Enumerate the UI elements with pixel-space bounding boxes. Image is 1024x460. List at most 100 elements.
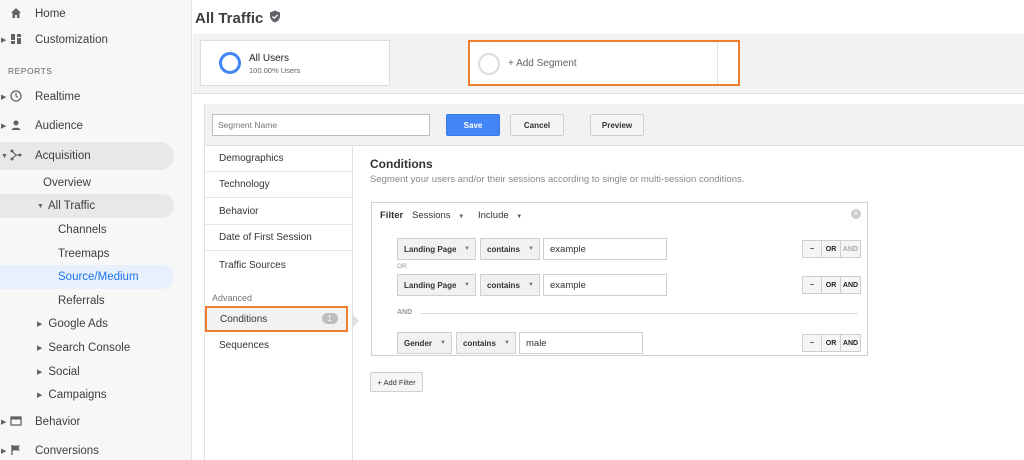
verified-shield-icon	[269, 10, 281, 27]
expand-arrow-icon: ▶	[37, 345, 43, 352]
add-filter-button[interactable]: + Add Filter	[370, 372, 423, 392]
boolean-controls: − OR AND	[802, 240, 861, 258]
nav-home-label: Home	[35, 8, 66, 20]
or-separator: OR	[397, 263, 407, 270]
conditions-panel: Conditions Segment your users and/or the…	[353, 146, 1024, 460]
dimension-select[interactable]: Gender ▼	[397, 332, 452, 354]
home-icon	[9, 6, 23, 20]
caret-down-icon: ▼	[440, 340, 446, 346]
nav-behavior-label: Behavior	[35, 416, 81, 428]
nav-customization-label: Customization	[35, 34, 108, 46]
menu-demographics[interactable]: Demographics	[205, 146, 352, 172]
segment-name-input[interactable]	[212, 114, 430, 136]
nav-all-traffic[interactable]: ▼ All Traffic	[0, 194, 174, 218]
editor-toolbar: Save Cancel Preview	[205, 104, 1024, 146]
operator-value: contains	[487, 280, 520, 290]
or-button[interactable]: OR	[822, 277, 841, 293]
menu-behavior[interactable]: Behavior	[205, 199, 352, 225]
behavior-icon	[9, 414, 23, 428]
operator-value: contains	[463, 338, 496, 348]
nav-source-medium[interactable]: Source/Medium	[0, 265, 174, 289]
expand-arrow-icon: ▶	[1, 448, 7, 455]
nav-referrals[interactable]: Referrals	[58, 289, 105, 313]
nav-google-ads[interactable]: ▶ Google Ads	[37, 312, 108, 336]
expand-arrow-icon: ▶	[1, 94, 7, 101]
nav-customization[interactable]: ▶ Customization	[0, 26, 174, 54]
remove-filter-icon[interactable]: ×	[851, 209, 861, 219]
menu-traffic-sources[interactable]: Traffic Sources	[205, 252, 352, 278]
include-dropdown[interactable]: Include ▼	[478, 210, 522, 221]
nav-realtime[interactable]: ▶ Realtime	[0, 83, 174, 111]
dimension-value: Landing Page	[404, 280, 457, 290]
or-button[interactable]: OR	[822, 335, 841, 351]
nav-search-console-label: Search Console	[48, 342, 131, 354]
nav-audience[interactable]: ▶ Audience	[0, 112, 174, 140]
page-title-text: All Traffic	[195, 10, 264, 27]
nav-treemaps[interactable]: Treemaps	[58, 242, 109, 266]
nav-overview[interactable]: Overview	[43, 171, 91, 195]
value-input[interactable]: example	[543, 238, 667, 260]
boolean-controls: − OR AND	[802, 334, 861, 352]
nav-realtime-label: Realtime	[35, 91, 81, 103]
value-input[interactable]: male	[519, 332, 643, 354]
segment-name: All Users	[249, 53, 290, 64]
caret-down-icon: ▼	[464, 282, 470, 288]
boolean-controls: − OR AND	[802, 276, 861, 294]
expand-arrow-icon: ▶	[1, 37, 7, 44]
or-button[interactable]: OR	[822, 241, 841, 257]
value-input[interactable]: example	[543, 274, 667, 296]
menu-date-of-first-session[interactable]: Date of First Session	[205, 225, 352, 251]
nav-audience-label: Audience	[35, 120, 83, 132]
segment-ring-icon	[219, 52, 241, 74]
nav-social[interactable]: ▶ Social	[37, 360, 80, 384]
and-button[interactable]: AND	[841, 277, 860, 293]
cancel-button[interactable]: Cancel	[510, 114, 564, 136]
operator-select[interactable]: contains ▼	[480, 274, 540, 296]
preview-button[interactable]: Preview	[590, 114, 644, 136]
segment-category-menu: Demographics Technology Behavior Date of…	[205, 146, 359, 460]
nav-channels[interactable]: Channels	[58, 218, 107, 242]
remove-condition-button[interactable]: −	[803, 335, 822, 351]
scope-dropdown[interactable]: Sessions ▼	[412, 210, 464, 221]
nav-campaigns[interactable]: ▶ Campaigns	[37, 383, 107, 407]
nav-behavior[interactable]: ▶ Behavior	[0, 408, 174, 436]
acquisition-icon	[9, 148, 23, 162]
dashboard-icon	[9, 32, 23, 46]
dimension-value: Gender	[404, 338, 433, 348]
operator-select[interactable]: contains ▼	[480, 238, 540, 260]
remove-condition-button[interactable]: −	[803, 277, 822, 293]
nav-google-ads-label: Google Ads	[48, 318, 108, 330]
and-button[interactable]: AND	[841, 241, 860, 257]
save-button[interactable]: Save	[446, 114, 500, 136]
menu-technology[interactable]: Technology	[205, 172, 352, 198]
remove-condition-button[interactable]: −	[803, 241, 822, 257]
nav-acquisition[interactable]: ▼ Acquisition	[0, 142, 174, 170]
operator-select[interactable]: contains ▼	[456, 332, 516, 354]
empty-ring-icon	[478, 53, 500, 75]
conditions-title: Conditions	[370, 157, 433, 171]
menu-sequences[interactable]: Sequences	[205, 332, 352, 358]
and-divider	[420, 313, 858, 314]
nav-acquisition-label: Acquisition	[35, 150, 91, 162]
dimension-select[interactable]: Landing Page ▼	[397, 274, 476, 296]
caret-down-icon: ▼	[504, 340, 510, 346]
segment-editor: Save Cancel Preview Demographics Technol…	[204, 104, 1024, 460]
and-separator: AND	[397, 309, 413, 316]
nav-home[interactable]: Home	[0, 0, 174, 28]
nav-social-label: Social	[48, 366, 80, 378]
menu-conditions-label: Conditions	[220, 313, 268, 325]
expand-arrow-icon: ▶	[1, 123, 7, 130]
and-button[interactable]: AND	[841, 335, 860, 351]
nav-search-console[interactable]: ▶ Search Console	[37, 336, 130, 360]
segment-all-users[interactable]: All Users 100.00% Users	[200, 40, 390, 86]
filter-box: Filter Sessions ▼ Include ▼ × Landing Pa…	[371, 202, 868, 356]
menu-conditions[interactable]: Conditions 1	[205, 306, 348, 332]
person-icon	[9, 118, 23, 132]
nav-conversions[interactable]: ▶ Conversions	[0, 437, 174, 460]
sidebar: Home ▶ Customization REPORTS ▶ Realtime …	[0, 0, 192, 460]
page-title: All Traffic	[195, 10, 281, 27]
dimension-select[interactable]: Landing Page ▼	[397, 238, 476, 260]
caret-down-icon: ▼	[37, 202, 44, 210]
segment-percentage: 100.00% Users	[249, 66, 301, 75]
add-segment-button[interactable]: + Add Segment	[468, 40, 740, 86]
